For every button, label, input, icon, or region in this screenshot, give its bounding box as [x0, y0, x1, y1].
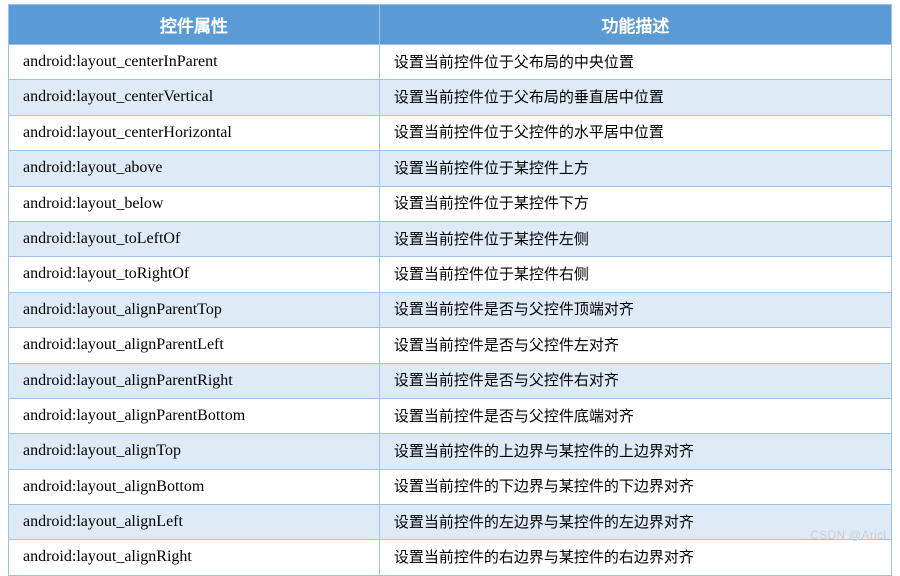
table-row: android:layout_alignRight设置当前控件的右边界与某控件的… — [9, 540, 892, 575]
cell-desc: 设置当前控件位于父布局的中央位置 — [379, 45, 891, 80]
cell-desc: 设置当前控件的右边界与某控件的右边界对齐 — [379, 540, 891, 575]
table-row: android:layout_alignParentLeft设置当前控件是否与父… — [9, 328, 892, 363]
cell-attr: android:layout_alignLeft — [9, 505, 380, 540]
table-row: android:layout_below设置当前控件位于某控件下方 — [9, 186, 892, 221]
table-body: android:layout_centerInParent设置当前控件位于父布局… — [9, 45, 892, 576]
table-row: android:layout_above设置当前控件位于某控件上方 — [9, 151, 892, 186]
cell-attr: android:layout_alignParentBottom — [9, 398, 380, 433]
cell-desc: 设置当前控件的下边界与某控件的下边界对齐 — [379, 469, 891, 504]
cell-attr: android:layout_alignRight — [9, 540, 380, 575]
table-row: android:layout_alignBottom设置当前控件的下边界与某控件… — [9, 469, 892, 504]
table-row: android:layout_alignParentTop设置当前控件是否与父控… — [9, 292, 892, 327]
cell-desc: 设置当前控件位于父控件的水平居中位置 — [379, 115, 891, 150]
table-row: android:layout_alignParentRight设置当前控件是否与… — [9, 363, 892, 398]
cell-desc: 设置当前控件是否与父控件顶端对齐 — [379, 292, 891, 327]
table-row: android:layout_toRightOf设置当前控件位于某控件右侧 — [9, 257, 892, 292]
header-attr: 控件属性 — [9, 5, 380, 45]
table-row: android:layout_centerVertical设置当前控件位于父布局… — [9, 80, 892, 115]
cell-attr: android:layout_below — [9, 186, 380, 221]
cell-desc: 设置当前控件是否与父控件左对齐 — [379, 328, 891, 363]
cell-desc: 设置当前控件的上边界与某控件的上边界对齐 — [379, 434, 891, 469]
cell-attr: android:layout_centerInParent — [9, 45, 380, 80]
cell-attr: android:layout_alignParentRight — [9, 363, 380, 398]
cell-desc: 设置当前控件位于某控件上方 — [379, 151, 891, 186]
cell-attr: android:layout_alignTop — [9, 434, 380, 469]
attribute-table: 控件属性 功能描述 android:layout_centerInParent设… — [8, 4, 892, 576]
watermark: CSDN @Aricl. — [810, 528, 890, 542]
cell-attr: android:layout_centerVertical — [9, 80, 380, 115]
cell-attr: android:layout_alignParentLeft — [9, 328, 380, 363]
table-row: android:layout_centerInParent设置当前控件位于父布局… — [9, 45, 892, 80]
cell-desc: 设置当前控件位于某控件左侧 — [379, 221, 891, 256]
cell-desc: 设置当前控件位于某控件下方 — [379, 186, 891, 221]
cell-attr: android:layout_above — [9, 151, 380, 186]
table-row: android:layout_toLeftOf设置当前控件位于某控件左侧 — [9, 221, 892, 256]
table-row: android:layout_alignTop设置当前控件的上边界与某控件的上边… — [9, 434, 892, 469]
cell-desc: 设置当前控件是否与父控件底端对齐 — [379, 398, 891, 433]
table-row: android:layout_alignLeft设置当前控件的左边界与某控件的左… — [9, 505, 892, 540]
cell-attr: android:layout_alignBottom — [9, 469, 380, 504]
cell-attr: android:layout_toLeftOf — [9, 221, 380, 256]
table-row: android:layout_centerHorizontal设置当前控件位于父… — [9, 115, 892, 150]
cell-attr: android:layout_toRightOf — [9, 257, 380, 292]
cell-desc: 设置当前控件是否与父控件右对齐 — [379, 363, 891, 398]
table-row: android:layout_alignParentBottom设置当前控件是否… — [9, 398, 892, 433]
table-header-row: 控件属性 功能描述 — [9, 5, 892, 45]
cell-desc: 设置当前控件位于父布局的垂直居中位置 — [379, 80, 891, 115]
cell-desc: 设置当前控件位于某控件右侧 — [379, 257, 891, 292]
header-desc: 功能描述 — [379, 5, 891, 45]
cell-attr: android:layout_centerHorizontal — [9, 115, 380, 150]
cell-attr: android:layout_alignParentTop — [9, 292, 380, 327]
